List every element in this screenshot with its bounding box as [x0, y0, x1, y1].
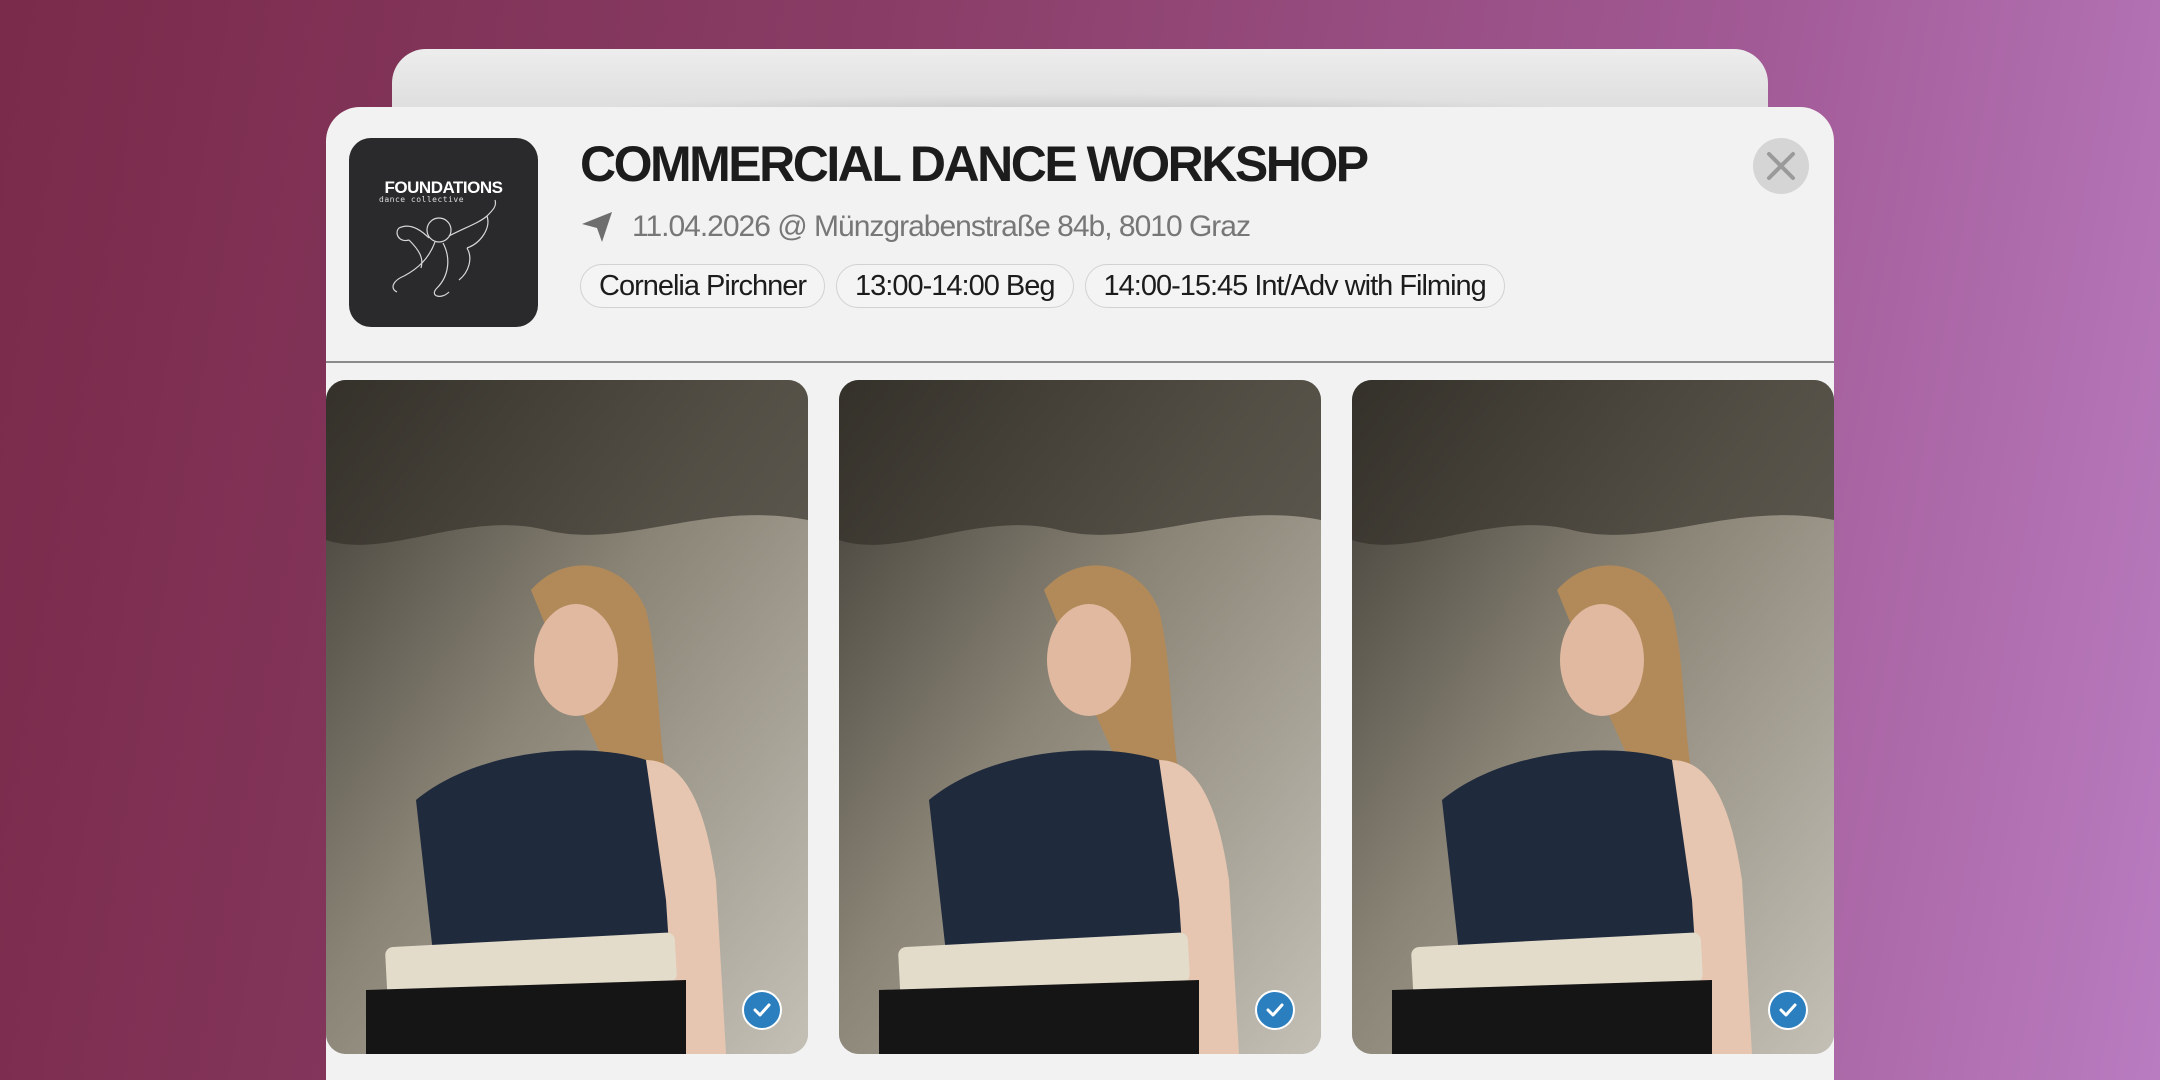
- navigation-arrow-icon: [582, 212, 612, 242]
- selected-check[interactable]: [1768, 990, 1808, 1030]
- event-title: COMMERCIAL DANCE WORKSHOP: [580, 136, 1369, 192]
- event-tags: Cornelia Pirchner 13:00-14:00 Beg 14:00-…: [580, 264, 1505, 308]
- photo-gallery: [326, 380, 1834, 1054]
- check-icon: [1266, 1003, 1284, 1017]
- check-icon: [753, 1003, 771, 1017]
- gallery-photo-3[interactable]: [1352, 380, 1834, 1054]
- event-date-location: 11.04.2026 @ Münzgrabenstraße 84b, 8010 …: [632, 210, 1251, 243]
- event-modal: FOUNDATIONS dance collective COMMERCIAL …: [326, 107, 1834, 1080]
- selected-check[interactable]: [1255, 990, 1295, 1030]
- organizer-logo: FOUNDATIONS dance collective: [349, 138, 538, 327]
- photo-image: [839, 380, 1321, 1054]
- close-icon: [1767, 152, 1795, 180]
- photo-image: [326, 380, 808, 1054]
- check-icon: [1779, 1003, 1797, 1017]
- close-button[interactable]: [1753, 138, 1809, 194]
- chip-session-advanced[interactable]: 14:00-15:45 Int/Adv with Filming: [1084, 264, 1505, 308]
- chip-session-beginner[interactable]: 13:00-14:00 Beg: [836, 264, 1074, 308]
- header-divider: [326, 361, 1834, 363]
- selected-check[interactable]: [742, 990, 782, 1030]
- event-location-row: 11.04.2026 @ Münzgrabenstraße 84b, 8010 …: [580, 207, 1251, 247]
- logo-dancer-drawing: [392, 199, 497, 297]
- photo-image: [1352, 380, 1834, 1054]
- gallery-photo-1[interactable]: [326, 380, 808, 1054]
- chip-instructor[interactable]: Cornelia Pirchner: [580, 264, 826, 308]
- gallery-photo-2[interactable]: [839, 380, 1321, 1054]
